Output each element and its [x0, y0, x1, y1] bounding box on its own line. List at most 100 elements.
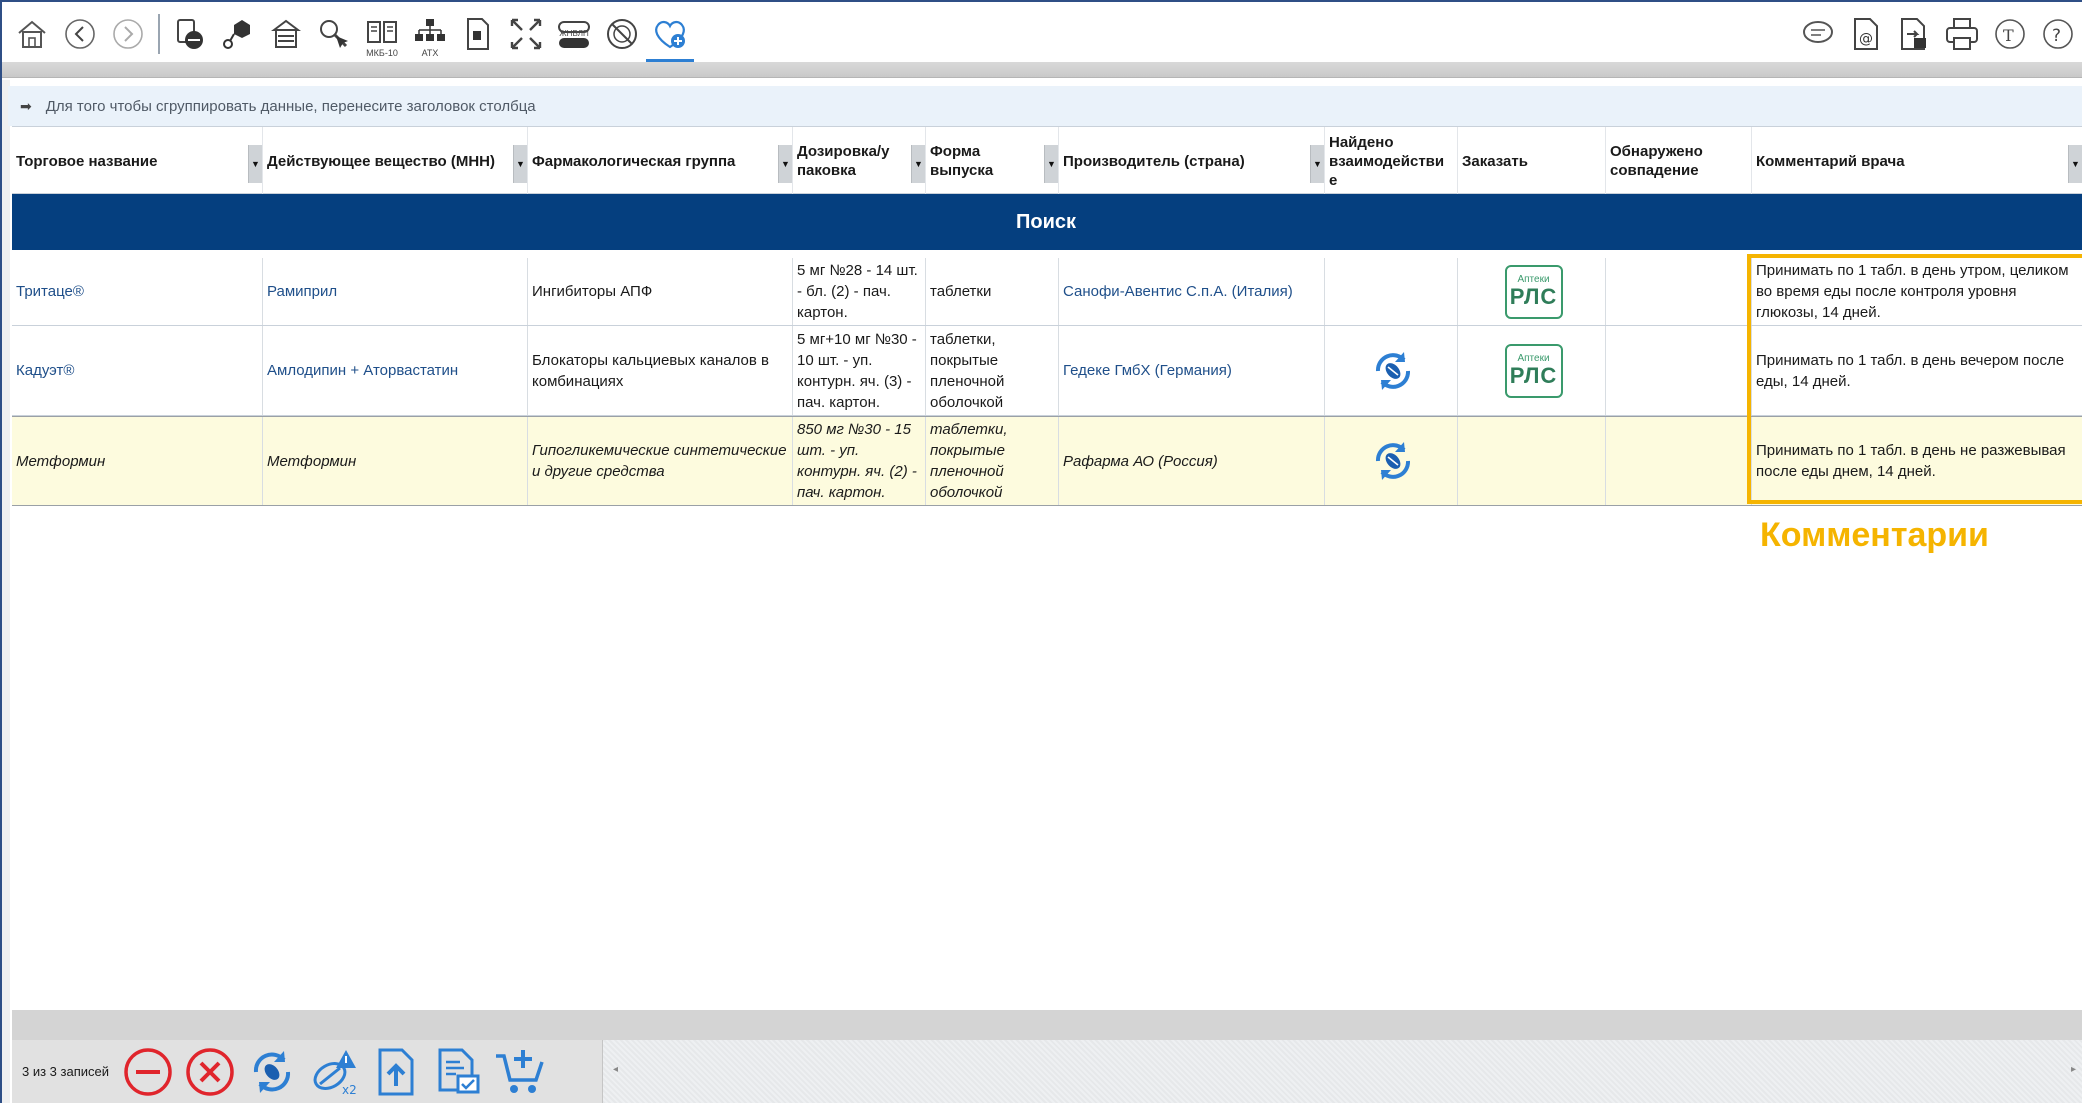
zhvnlp-label: ЖНВЛП — [559, 29, 589, 38]
document-icon[interactable] — [458, 10, 498, 58]
cell-trade-name[interactable]: Метформин — [12, 417, 262, 505]
interaction-icon[interactable] — [1368, 346, 1418, 396]
column-header-substance[interactable]: Действующее вещество (МНН) ▼ — [262, 127, 527, 195]
column-header-order[interactable]: Заказать — [1457, 127, 1605, 195]
column-header-label: Обнаружено совпадение — [1610, 143, 1703, 179]
search-row[interactable]: Поиск — [12, 194, 2082, 250]
interaction-icon[interactable] — [1368, 436, 1418, 486]
comment-icon[interactable] — [1798, 10, 1838, 58]
column-header-comment[interactable]: Комментарий врача ▼ — [1751, 127, 2082, 195]
rls-pharmacy-icon[interactable]: Аптеки РЛС — [1504, 264, 1563, 319]
rls-pharmacy-icon[interactable]: Аптеки РЛС — [1504, 343, 1563, 398]
column-header-label: Найдено взаимодействи е — [1329, 133, 1445, 189]
column-header-match[interactable]: Обнаружено совпадение — [1605, 127, 1751, 195]
prohibited-icon[interactable] — [602, 10, 642, 58]
cell-dosage: 5 мг №28 - 14 шт. - бл. (2) - пач. карто… — [792, 258, 925, 325]
font-size-icon[interactable]: T — [1990, 10, 2030, 58]
document-at-icon[interactable]: @ — [1846, 10, 1886, 58]
mkb10-icon[interactable]: МКБ-10 — [362, 10, 402, 58]
cell-order: Аптеки РЛС — [1457, 326, 1605, 415]
cell-trade-name[interactable]: Тритаце® — [12, 258, 262, 325]
table-row-selected[interactable]: Метформин Метформин Гипогликемические си… — [12, 416, 2082, 506]
home-icon[interactable] — [12, 10, 52, 58]
filter-dropdown-icon[interactable]: ▼ — [2068, 145, 2082, 183]
cell-match — [1605, 258, 1751, 325]
column-header-maker[interactable]: Производитель (страна) ▼ — [1058, 127, 1324, 195]
table-header: Торговое название ▼ Действующее вещество… — [12, 126, 2082, 195]
cell-maker[interactable]: Санофи-Авентис С.п.А. (Италия) — [1058, 258, 1324, 325]
document-export-icon[interactable] — [1894, 10, 1934, 58]
cell-substance[interactable]: Метформин — [262, 417, 527, 505]
column-header-form[interactable]: Форма выпуска ▼ — [925, 127, 1058, 195]
record-count: 3 из 3 записей — [22, 1064, 110, 1079]
main-toolbar: МКБ-10 АТХ ЖНВЛП @ T ? — [2, 2, 2082, 66]
print-icon[interactable] — [1942, 10, 1982, 58]
cell-interaction — [1324, 258, 1457, 325]
cell-order — [1457, 417, 1605, 505]
scroll-left-icon[interactable]: ◂ — [613, 1064, 618, 1075]
column-header-group[interactable]: Фармакологическая группа ▼ — [527, 127, 792, 195]
document-preview-icon[interactable] — [430, 1042, 486, 1102]
column-header-label: Форма выпуска — [930, 143, 994, 179]
svg-text:@: @ — [1859, 31, 1873, 47]
column-header-dosage[interactable]: Дозировка/у паковка ▼ — [792, 127, 925, 195]
cell-form: таблетки — [925, 258, 1058, 325]
column-header-label: Заказать — [1462, 152, 1528, 170]
comments-annotation-label: Комментарии — [1760, 516, 1989, 554]
back-icon[interactable] — [60, 10, 100, 58]
drugs-icon[interactable] — [170, 10, 210, 58]
cell-trade-name[interactable]: Кадуэт® — [12, 326, 262, 415]
cell-comment[interactable]: Принимать по 1 табл. в день не разжевыва… — [1751, 417, 2082, 505]
delete-icon[interactable] — [182, 1042, 238, 1102]
filter-dropdown-icon[interactable]: ▼ — [248, 145, 262, 183]
atx-label: АТХ — [421, 48, 439, 58]
cell-substance[interactable]: Амлодипин + Аторвастатин — [262, 326, 527, 415]
column-header-label: Дозировка/у паковка — [797, 143, 890, 179]
filter-dropdown-icon[interactable]: ▼ — [1044, 145, 1058, 183]
scroll-right-icon[interactable]: ▸ — [2071, 1064, 2076, 1075]
rls-badge-big: РЛС — [1509, 363, 1558, 388]
zhvnlp-icon[interactable]: ЖНВЛП — [554, 10, 594, 58]
toolbar-strip — [2, 62, 2082, 78]
forward-icon[interactable] — [108, 10, 148, 58]
cell-comment[interactable]: Принимать по 1 табл. в день утром, целик… — [1751, 258, 2082, 325]
search-select-icon[interactable] — [314, 10, 354, 58]
toolbar-right-group: @ T ? — [1794, 2, 2082, 66]
cell-maker[interactable]: Рафарма АО (Россия) — [1058, 417, 1324, 505]
expand-icon[interactable] — [506, 10, 546, 58]
help-icon[interactable]: ? — [2038, 10, 2078, 58]
atx-icon[interactable]: АТХ — [410, 10, 450, 58]
column-header-interaction[interactable]: Найдено взаимодействи е — [1324, 127, 1457, 195]
heart-add-icon[interactable] — [646, 10, 694, 62]
arrow-right-icon: ➡ — [20, 97, 32, 114]
duplicate-check-icon[interactable]: x2 — [306, 1042, 362, 1102]
column-header-trade[interactable]: Торговое название ▼ — [12, 127, 262, 195]
table-row[interactable]: Тритаце® Рамиприл Ингибиторы АПФ 5 мг №2… — [12, 258, 2082, 326]
filter-dropdown-icon[interactable]: ▼ — [513, 145, 527, 183]
add-to-cart-icon[interactable] — [492, 1042, 548, 1102]
cell-substance[interactable]: Рамиприл — [262, 258, 527, 325]
cell-dosage: 5 мг+10 мг №30 - 10 шт. - уп. контурн. я… — [792, 326, 925, 415]
filter-dropdown-icon[interactable]: ▼ — [1310, 145, 1324, 183]
remove-icon[interactable] — [120, 1042, 176, 1102]
export-document-icon[interactable] — [368, 1042, 424, 1102]
interaction-check-icon[interactable] — [244, 1042, 300, 1102]
group-hint: Для того чтобы сгруппировать данные, пер… — [45, 97, 536, 115]
cell-interaction — [1324, 326, 1457, 415]
group-by-panel[interactable]: ➡ Для того чтобы сгруппировать данные, п… — [8, 86, 2082, 126]
pharm-group-icon[interactable] — [266, 10, 306, 58]
cell-maker[interactable]: Гедеке ГмбХ (Германия) — [1058, 326, 1324, 415]
filter-dropdown-icon[interactable]: ▼ — [911, 145, 925, 183]
horizontal-scrollbar[interactable]: ◂ ▸ — [602, 1040, 2082, 1103]
filter-dropdown-icon[interactable]: ▼ — [778, 145, 792, 183]
column-header-label: Торговое название — [16, 152, 158, 170]
cell-match — [1605, 417, 1751, 505]
table-row[interactable]: Кадуэт® Амлодипин + Аторвастатин Блокато… — [12, 326, 2082, 416]
cell-comment[interactable]: Принимать по 1 табл. в день вечером посл… — [1751, 326, 2082, 415]
left-edge — [2, 80, 10, 1103]
svg-text:T: T — [2003, 26, 2014, 45]
search-row-label: Поиск — [1015, 210, 1077, 233]
column-header-label: Фармакологическая группа — [532, 152, 736, 170]
cell-match — [1605, 326, 1751, 415]
molecule-icon[interactable] — [218, 10, 258, 58]
